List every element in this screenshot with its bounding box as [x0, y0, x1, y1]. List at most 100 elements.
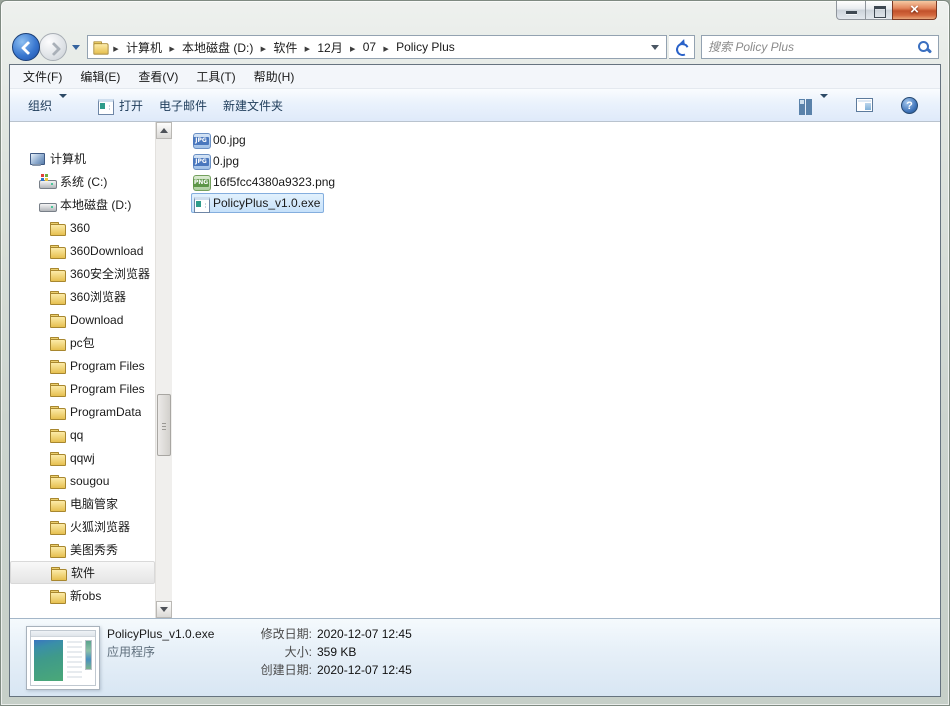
- folder-icon: [49, 289, 66, 305]
- file-item[interactable]: 16f5fcc4380a9323.png: [191, 171, 940, 192]
- search-icon[interactable]: [917, 40, 932, 55]
- drive-c-icon: [39, 173, 57, 190]
- file-item[interactable]: 0.jpg: [191, 150, 940, 171]
- recent-pages-chevron-icon[interactable]: [72, 45, 80, 54]
- new-folder-button[interactable]: 新建文件夹: [215, 92, 291, 119]
- detail-label: 大小:: [284, 645, 312, 659]
- application-icon: [97, 97, 115, 115]
- sidebar-item[interactable]: 软件: [10, 561, 155, 584]
- refresh-icon: [675, 41, 688, 54]
- open-button[interactable]: 打开: [89, 92, 151, 119]
- new-folder-label: 新建文件夹: [223, 98, 284, 113]
- breadcrumb-item[interactable]: 12月: [301, 37, 346, 58]
- breadcrumb-item[interactable]: 软件: [257, 37, 301, 58]
- sidebar-item[interactable]: Program Files: [10, 354, 155, 377]
- folder-icon: [49, 496, 66, 512]
- sidebar-item-label: 360Download: [70, 243, 144, 258]
- help-icon: [901, 96, 918, 114]
- exe-icon: [193, 195, 210, 213]
- scroll-down-icon[interactable]: [156, 601, 172, 618]
- breadcrumb-item-label: 07: [362, 40, 377, 54]
- sidebar-item-label: 计算机: [50, 152, 87, 166]
- change-view-button[interactable]: [790, 93, 836, 118]
- organize-button[interactable]: 组织: [20, 92, 75, 119]
- address-dropdown-icon[interactable]: [648, 36, 662, 58]
- client-area: 文件(F) 编辑(E) 查看(V) 工具(T) 帮助(H) 组织 打开 电子邮件: [9, 64, 941, 697]
- sidebar-item-label: 360浏览器: [70, 290, 127, 304]
- sidebar-item[interactable]: ProgramData: [10, 400, 155, 423]
- breadcrumb-item[interactable]: 计算机: [110, 37, 166, 58]
- sidebar-item[interactable]: pc包: [10, 331, 155, 354]
- sidebar-item-label: 软件: [71, 566, 96, 580]
- refresh-button[interactable]: [669, 35, 695, 59]
- forward-button[interactable]: [39, 33, 67, 61]
- folder-icon: [49, 358, 66, 374]
- search-input[interactable]: [708, 40, 917, 54]
- close-button[interactable]: [892, 1, 937, 20]
- preview-pane-icon: [856, 98, 873, 112]
- help-button[interactable]: [893, 92, 926, 119]
- address-bar[interactable]: 计算机 本地磁盘 (D:) 软件 12月: [87, 35, 667, 59]
- menu-item[interactable]: 工具(T): [187, 65, 244, 88]
- sidebar-item[interactable]: 火狐浏览器: [10, 515, 155, 538]
- sidebar-item-label: Program Files: [70, 381, 145, 396]
- file-item[interactable]: 00.jpg: [191, 129, 940, 150]
- detail-value: 2020-12-07 12:45: [317, 627, 412, 641]
- breadcrumb-item[interactable]: 07: [347, 38, 380, 56]
- sidebar-scrollbar[interactable]: [155, 122, 172, 618]
- file-name: 0.jpg: [213, 153, 240, 168]
- menu-item[interactable]: 文件(F): [14, 65, 71, 88]
- scrollbar-thumb[interactable]: [157, 394, 171, 456]
- sidebar-item[interactable]: Download: [10, 308, 155, 331]
- sidebar-item[interactable]: 系统 (C:): [10, 170, 155, 193]
- sidebar-item[interactable]: qq: [10, 423, 155, 446]
- sidebar-item-label: qq: [70, 427, 84, 442]
- menu-item[interactable]: 编辑(E): [71, 65, 129, 88]
- folder-icon: [49, 312, 66, 328]
- file-item[interactable]: PolicyPlus_v1.0.exe: [191, 192, 940, 213]
- detail-value: 2020-12-07 12:45: [317, 663, 412, 677]
- details-file-name: PolicyPlus_v1.0.exe: [107, 627, 215, 641]
- folder-icon: [49, 473, 66, 489]
- sidebar-item[interactable]: sougou: [10, 469, 155, 492]
- sidebar-item-label: Download: [70, 312, 124, 327]
- breadcrumb-arrow-icon: [166, 40, 178, 54]
- sidebar-item[interactable]: 本地磁盘 (D:): [10, 193, 155, 216]
- file-list: 00.jpg 0.jpg 16f5fcc4380a932: [172, 122, 940, 618]
- detail-value: 359 KB: [317, 645, 357, 659]
- detail-label: 修改日期:: [260, 627, 312, 641]
- folder-icon: [49, 519, 66, 535]
- breadcrumb-item[interactable]: 本地磁盘 (D:): [166, 37, 257, 58]
- folder-icon: [49, 381, 66, 397]
- sidebar-item-label: 电脑管家: [70, 497, 119, 511]
- sidebar-item[interactable]: 360安全浏览器: [10, 262, 155, 285]
- sidebar-item-label: 新obs: [70, 589, 102, 603]
- organize-label: 组织: [28, 98, 53, 113]
- sidebar-item[interactable]: 360Download: [10, 239, 155, 262]
- sidebar-item[interactable]: 计算机: [10, 147, 155, 170]
- sidebar-item[interactable]: qqwj: [10, 446, 155, 469]
- scroll-up-icon[interactable]: [156, 122, 172, 139]
- breadcrumb-item[interactable]: Policy Plus: [380, 38, 459, 56]
- sidebar-item[interactable]: 360: [10, 216, 155, 239]
- breadcrumb-arrow-icon: [257, 40, 269, 54]
- breadcrumb-item-label: 12月: [317, 40, 343, 55]
- open-label: 打开: [119, 98, 144, 113]
- details-pane: PolicyPlus_v1.0.exe 应用程序 修改日期: 2020-12-0…: [10, 618, 940, 696]
- sidebar-item[interactable]: 美图秀秀: [10, 538, 155, 561]
- explorer-window: 计算机 本地磁盘 (D:) 软件 12月: [0, 0, 950, 706]
- email-button[interactable]: 电子邮件: [151, 92, 215, 119]
- back-button[interactable]: [12, 33, 40, 61]
- sidebar-item[interactable]: 电脑管家: [10, 492, 155, 515]
- menu-item[interactable]: 查看(V): [129, 65, 187, 88]
- sidebar-item-label: 本地磁盘 (D:): [60, 198, 132, 212]
- sidebar-item[interactable]: 360浏览器: [10, 285, 155, 308]
- sidebar-item[interactable]: Program Files: [10, 377, 155, 400]
- folder-icon: [49, 588, 66, 604]
- menu-item[interactable]: 帮助(H): [245, 65, 304, 88]
- preview-pane-button[interactable]: [848, 93, 881, 117]
- maximize-button[interactable]: [865, 1, 893, 20]
- sidebar-item[interactable]: 新obs: [10, 584, 155, 607]
- command-toolbar: 组织 打开 电子邮件 新建文件夹: [10, 89, 940, 122]
- minimize-button[interactable]: [836, 1, 866, 20]
